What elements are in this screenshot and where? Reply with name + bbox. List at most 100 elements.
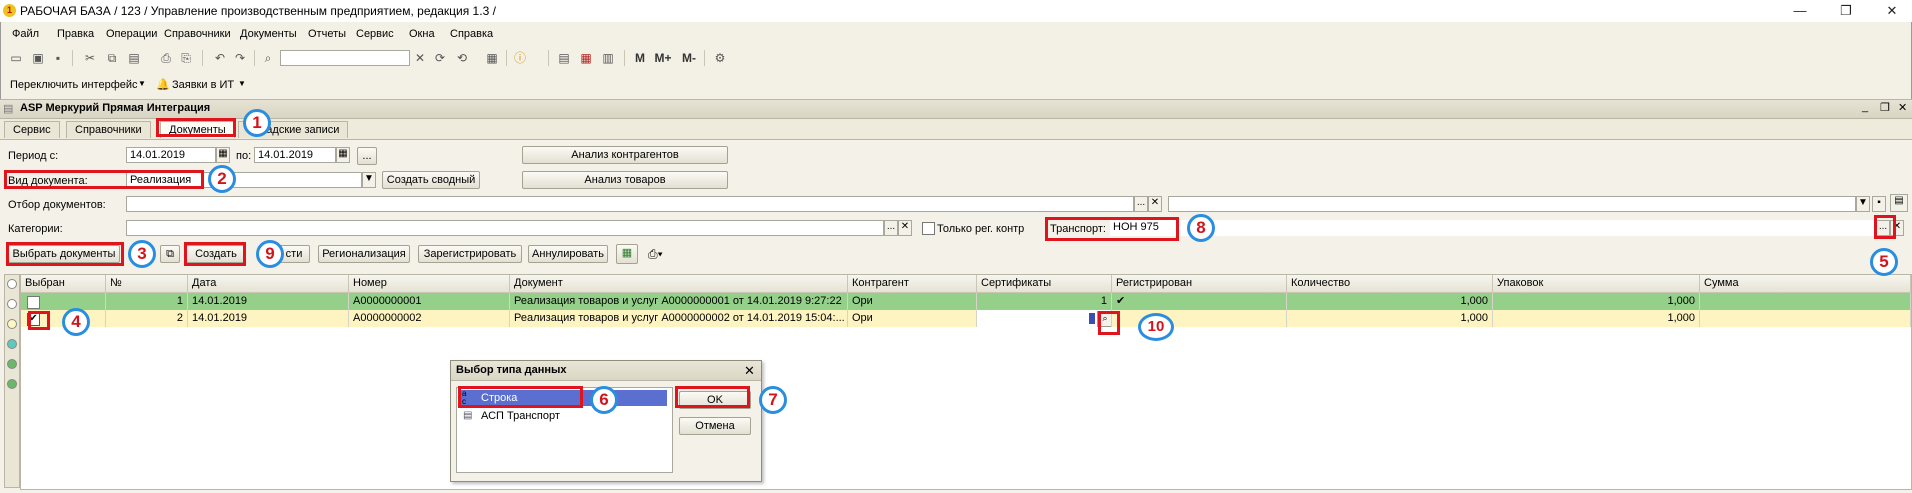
undo-icon[interactable]: ↶ [212, 50, 228, 66]
calendar-icon[interactable]: ▦ [336, 147, 350, 163]
it-requests-button[interactable]: Заявки в ИТ [172, 79, 234, 91]
nav-dot-icon[interactable] [7, 359, 17, 369]
col-registered[interactable]: Регистрирован [1112, 275, 1287, 292]
minimize-button[interactable]: — [1780, 1, 1820, 21]
tab-catalogs[interactable]: Справочники [66, 121, 151, 138]
create-button[interactable]: Создать [186, 245, 246, 263]
row-checkbox-checked[interactable]: ✔ [27, 313, 40, 326]
chevron-down-icon[interactable]: ▼ [138, 79, 146, 88]
col-quantity[interactable]: Количество [1287, 275, 1493, 292]
col-document[interactable]: Документ [510, 275, 848, 292]
chevron-down-icon[interactable]: ▼ [362, 172, 376, 188]
search-input[interactable] [280, 50, 410, 66]
ok-button[interactable]: OK [679, 391, 751, 409]
create-summary-button[interactable]: Создать сводный [382, 171, 480, 189]
find-next-icon[interactable]: ⟳ [432, 50, 448, 66]
notes-icon[interactable]: ▥ [600, 50, 616, 66]
doc-restore-button[interactable]: ❐ [1880, 101, 1890, 114]
nav-dot-icon[interactable] [7, 339, 17, 349]
tab-documents[interactable]: Документы [160, 121, 235, 138]
col-date[interactable]: Дата [188, 275, 349, 292]
period-select-button[interactable]: ... [357, 147, 377, 165]
cut-icon[interactable]: ✂ [82, 50, 98, 66]
redo-icon[interactable]: ↷ [232, 50, 248, 66]
regionalization-button[interactable]: Регионализация [318, 245, 410, 263]
transport-field[interactable]: НОН 975 [1110, 220, 1876, 236]
col-contractor[interactable]: Контрагент [848, 275, 977, 292]
filter-settings-icon[interactable]: ▤ [1890, 194, 1908, 212]
windows-icon[interactable]: ▦ [484, 50, 500, 66]
col-doc-number[interactable]: Номер [349, 275, 510, 292]
select-documents-button[interactable]: Выбрать документы [8, 245, 120, 263]
menu-windows[interactable]: Окна [409, 28, 435, 40]
categories-select-button[interactable]: ... [884, 220, 898, 236]
cancel-button[interactable]: Отмена [679, 417, 751, 435]
annul-button[interactable]: Аннулировать [528, 245, 608, 263]
save-icon[interactable]: ▪ [1872, 196, 1886, 212]
doc-type-field[interactable]: Реализация [126, 172, 362, 188]
tools-icon[interactable]: ⚙ [712, 50, 728, 66]
excel-export-icon[interactable]: ▦ [616, 244, 638, 264]
paste-icon[interactable]: ▤ [126, 50, 142, 66]
copy-icon[interactable]: ⧉ [160, 245, 180, 263]
date-to-field[interactable]: 14.01.2019 [254, 147, 336, 163]
categories-field[interactable] [126, 220, 884, 236]
search-icon[interactable]: ⌕ [1097, 311, 1111, 327]
print-icon[interactable]: ⎙ [158, 50, 174, 66]
row-checkbox-cell[interactable] [21, 293, 106, 310]
only-reg-checkbox[interactable] [922, 222, 935, 235]
calendar-icon[interactable]: ▦ [578, 50, 594, 66]
date-from-field[interactable]: 14.01.2019 [126, 147, 216, 163]
row-checkbox[interactable] [27, 296, 40, 309]
analysis-contractors-button[interactable]: Анализ контрагентов [522, 146, 728, 164]
col-certificates[interactable]: Сертификаты [977, 275, 1112, 292]
nav-dot-icon[interactable] [7, 379, 17, 389]
calendar-icon[interactable]: ▦ [216, 147, 230, 163]
doc-minimize-button[interactable]: _ [1862, 101, 1868, 113]
search-icon[interactable]: ⌕ [260, 50, 276, 66]
nav-dot-icon[interactable] [7, 279, 17, 289]
clear-icon[interactable]: ✕ [1148, 196, 1162, 212]
menu-file[interactable]: Файл [12, 28, 39, 40]
col-number[interactable]: № [106, 275, 188, 292]
dialog-close-icon[interactable]: ✕ [744, 363, 755, 379]
col-packages[interactable]: Упаковок [1493, 275, 1700, 292]
transport-select-button[interactable]: ... [1876, 220, 1890, 236]
switch-interface-button[interactable]: Переключить интерфейс [10, 79, 138, 91]
col-sum[interactable]: Сумма [1700, 275, 1911, 292]
menu-service[interactable]: Сервис [356, 28, 394, 40]
memory-m-button[interactable]: M [632, 50, 648, 66]
memory-plus-button[interactable]: M+ [652, 50, 674, 66]
clear-icon[interactable]: ✕ [1890, 220, 1904, 236]
cell-certificates-editor[interactable]: ⌕ [977, 310, 1112, 327]
doc-close-button[interactable]: ✕ [1898, 101, 1907, 114]
open-folder-icon[interactable]: ▣ [30, 50, 46, 66]
chevron-down-icon[interactable]: ▼ [1856, 196, 1870, 212]
tab-service[interactable]: Сервис [4, 121, 60, 138]
menu-catalogs[interactable]: Справочники [164, 28, 231, 40]
copy-icon[interactable]: ⧉ [104, 50, 120, 66]
save-icon[interactable]: ▪ [50, 50, 66, 66]
menu-edit[interactable]: Правка [57, 28, 94, 40]
info-icon[interactable]: ⓘ [512, 50, 528, 66]
new-document-icon[interactable]: ▭ [8, 50, 24, 66]
find-prev-icon[interactable]: ⟲ [454, 50, 470, 66]
calculator-icon[interactable]: ▤ [556, 50, 572, 66]
print-preview-icon[interactable]: ⎘ [178, 50, 194, 66]
filter-value-field[interactable] [1168, 196, 1856, 212]
chevron-down-icon[interactable]: ▼ [238, 79, 246, 88]
list-item-string[interactable]: ac Строка [459, 390, 667, 406]
filter-select-button[interactable]: ... [1134, 196, 1148, 212]
list-item-asp-transport[interactable]: ▤ АСП Транспорт [459, 408, 667, 424]
filter-field[interactable] [126, 196, 1134, 212]
print-icon[interactable]: ⎙▾ [648, 247, 663, 262]
memory-minus-button[interactable]: M- [678, 50, 700, 66]
clear-icon[interactable]: ✕ [898, 220, 912, 236]
close-button[interactable]: ✕ [1872, 1, 1912, 21]
analysis-goods-button[interactable]: Анализ товаров [522, 171, 728, 189]
table-row[interactable]: 1 14.01.2019 A0000000001 Реализация това… [21, 293, 1911, 310]
table-row[interactable]: ✔ 2 14.01.2019 A0000000002 Реализация то… [21, 310, 1911, 327]
col-selected[interactable]: Выбран [21, 275, 106, 292]
menu-reports[interactable]: Отчеты [308, 28, 346, 40]
menu-help[interactable]: Справка [450, 28, 493, 40]
